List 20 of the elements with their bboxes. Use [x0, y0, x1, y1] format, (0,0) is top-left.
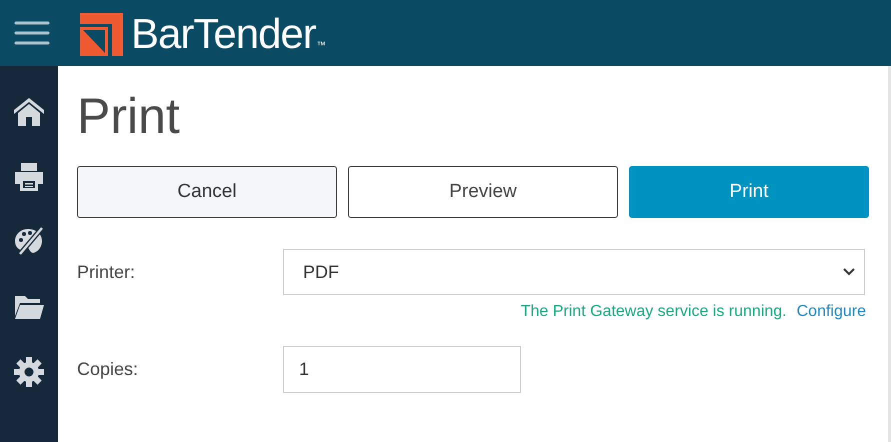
copies-field[interactable]: 1 — [283, 346, 521, 393]
page-title: Print — [77, 87, 181, 146]
configure-link[interactable]: Configure — [796, 303, 866, 321]
preview-button[interactable]: Preview — [348, 166, 618, 218]
printer-icon — [14, 162, 44, 192]
palette-icon — [14, 226, 44, 256]
home-icon — [13, 96, 45, 126]
folder-icon — [14, 294, 44, 320]
menu-icon — [14, 20, 50, 46]
print-button[interactable]: Print — [629, 166, 869, 218]
logo-icon — [80, 12, 123, 56]
trademark-mark: ™ — [316, 40, 326, 50]
cancel-button[interactable]: Cancel — [77, 166, 337, 218]
status-message: The Print Gateway service is running. — [520, 303, 787, 321]
chevron-down-icon — [843, 268, 855, 276]
copies-label: Copies: — [77, 359, 140, 380]
printer-select[interactable]: PDF — [283, 249, 865, 295]
brand-name: BarTender — [131, 10, 316, 58]
settings-icon — [14, 356, 44, 386]
printer-label: Printer: — [77, 262, 136, 282]
